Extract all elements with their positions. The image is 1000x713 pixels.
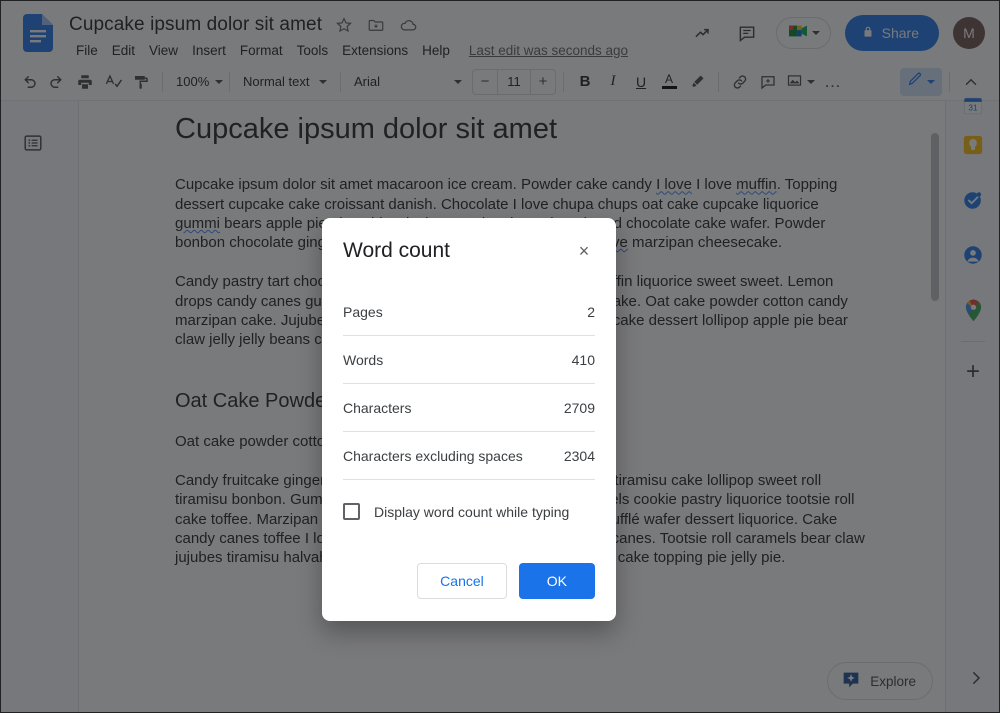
window-border bbox=[0, 0, 1000, 713]
google-docs-window: Cupcake ipsum dolor sit amet File Edi bbox=[0, 0, 1000, 713]
